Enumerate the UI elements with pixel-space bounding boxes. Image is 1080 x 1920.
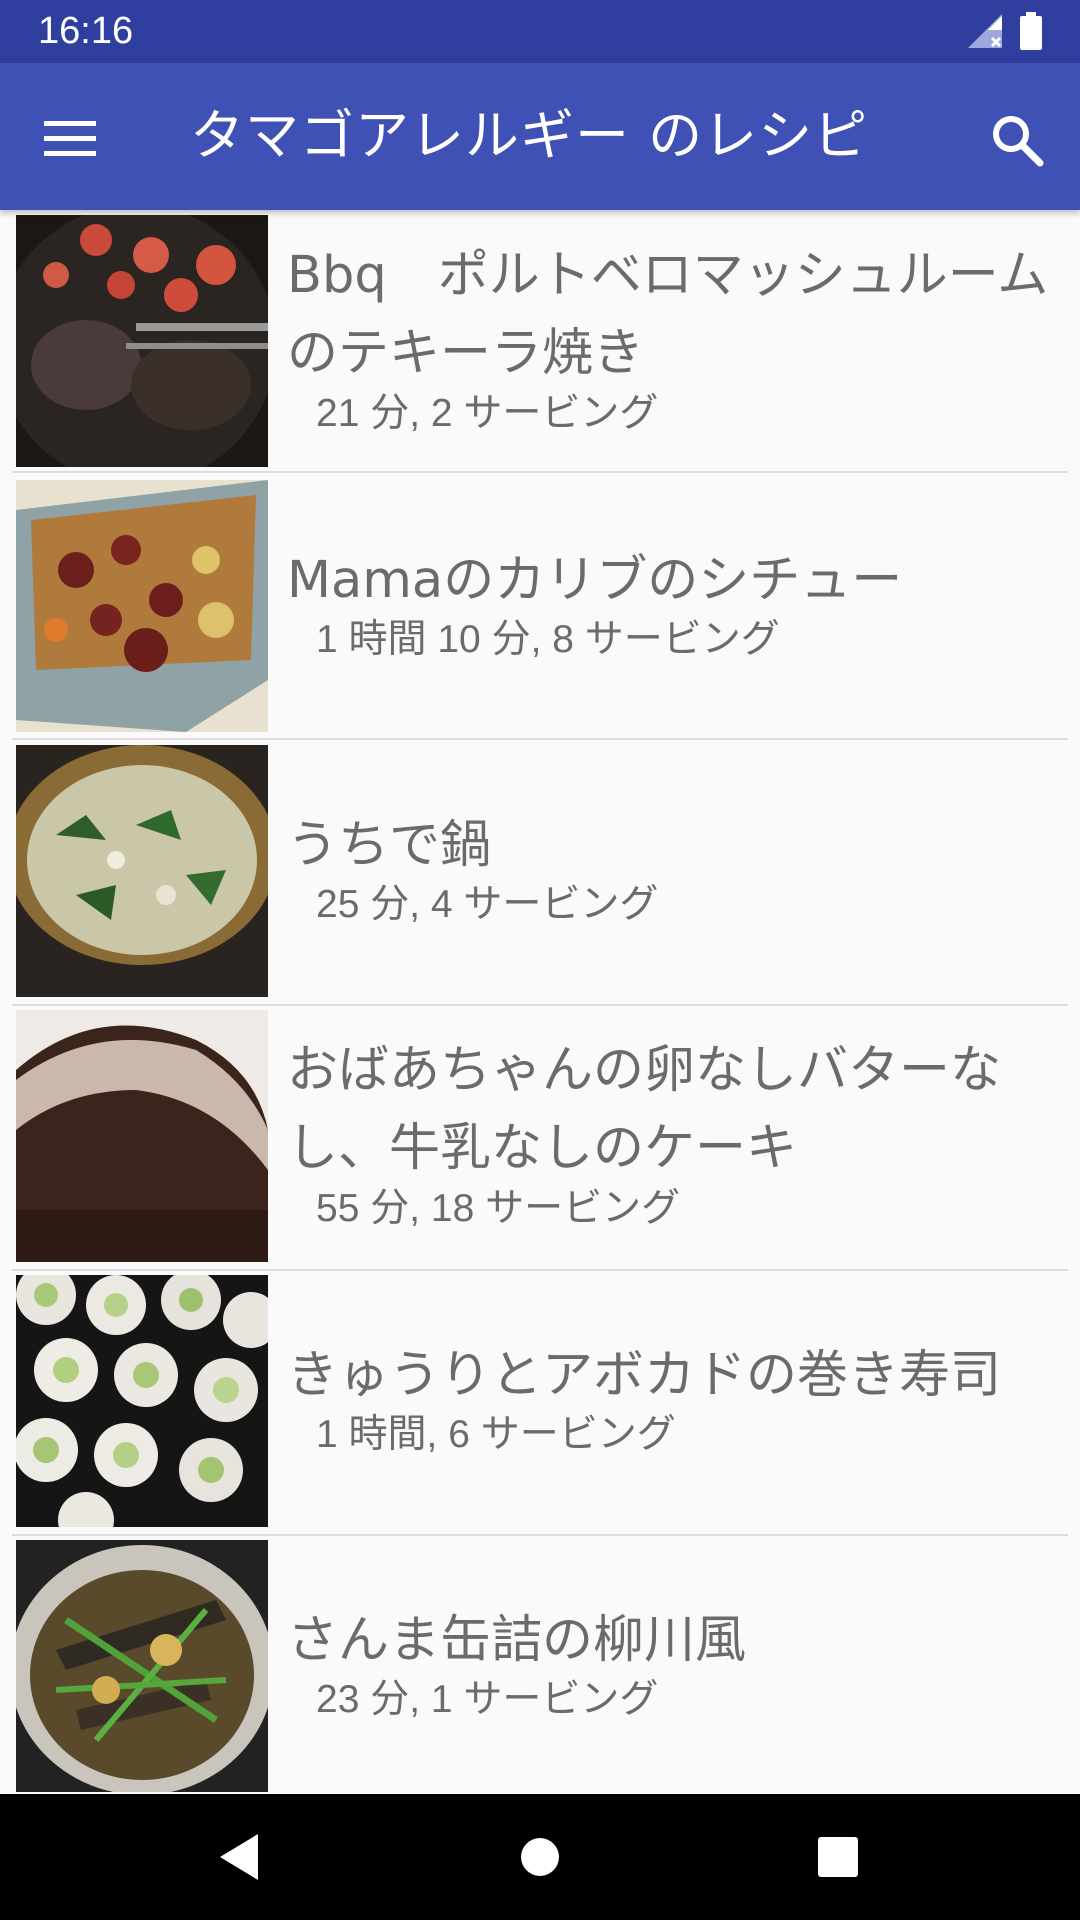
recipe-meta: 1 時間, 6 サービング bbox=[316, 1413, 676, 1456]
recipe-title: きゅうりとアボカドの巻き寿司 bbox=[287, 1346, 1002, 1405]
recipe-title: うちで鍋 bbox=[287, 816, 492, 875]
app-bar: タマゴアレルギー のレシピ bbox=[0, 63, 1080, 210]
recipe-title: Bbq ポルトベロマッシュルームのテキーラ焼き bbox=[287, 246, 1049, 383]
page-title: タマゴアレルギー のレシピ bbox=[190, 104, 869, 167]
battery-icon bbox=[1020, 12, 1042, 50]
recipe-meta: 55 分, 18 サービング bbox=[316, 1187, 681, 1230]
list-item[interactable]: さんま缶詰の柳川風 23 分, 1 サービング bbox=[0, 1535, 1080, 1794]
recipe-meta: 25 分, 4 サービング bbox=[316, 883, 659, 926]
divider bbox=[12, 471, 1068, 473]
search-button[interactable] bbox=[980, 103, 1052, 175]
search-icon bbox=[993, 116, 1044, 167]
hamburger-menu-icon bbox=[44, 121, 96, 156]
list-item[interactable]: おばあちゃんの卵なしバターなし、牛乳なしのケーキ 55 分, 18 サービング bbox=[0, 1005, 1080, 1271]
list-item[interactable]: うちで鍋 25 分, 4 サービング bbox=[0, 740, 1080, 1006]
menu-button[interactable] bbox=[30, 101, 118, 173]
recipe-meta: 23 分, 1 サービング bbox=[316, 1678, 659, 1721]
recipe-title: さんま缶詰の柳川風 bbox=[287, 1611, 747, 1670]
recents-icon[interactable] bbox=[798, 1824, 878, 1890]
status-bar: 16:16 bbox=[0, 0, 1080, 63]
back-icon[interactable] bbox=[200, 1824, 280, 1890]
list-item[interactable]: Mamaのカリブのシチュー 1 時間 10 分, 8 サービング bbox=[0, 475, 1080, 740]
list-item[interactable]: Bbq ポルトベロマッシュルームのテキーラ焼き 21 分, 2 サービング bbox=[0, 210, 1080, 475]
recipe-title: Mamaのカリブのシチュー bbox=[287, 551, 903, 610]
navigation-bar bbox=[0, 1794, 1080, 1920]
recipe-thumbnail bbox=[16, 745, 268, 997]
recipe-thumbnail bbox=[16, 1275, 268, 1527]
recipe-meta: 1 時間 10 分, 8 サービング bbox=[316, 618, 780, 661]
recipe-meta: 21 分, 2 サービング bbox=[316, 392, 659, 435]
status-time: 16:16 bbox=[38, 10, 134, 52]
home-icon[interactable] bbox=[500, 1824, 580, 1890]
recipe-thumbnail bbox=[16, 480, 268, 732]
recipe-title: おばあちゃんの卵なしバターなし、牛乳なしのケーキ bbox=[287, 1041, 1002, 1178]
list-item[interactable]: きゅうりとアボカドの巻き寿司 1 時間, 6 サービング bbox=[0, 1270, 1080, 1536]
signal-icon bbox=[968, 14, 1002, 48]
recipe-list: Bbq ポルトベロマッシュルームのテキーラ焼き 21 分, 2 サービング Ma… bbox=[0, 210, 1080, 1794]
recipe-thumbnail bbox=[16, 215, 268, 467]
recipe-thumbnail bbox=[16, 1010, 268, 1262]
recipe-thumbnail bbox=[16, 1540, 268, 1792]
